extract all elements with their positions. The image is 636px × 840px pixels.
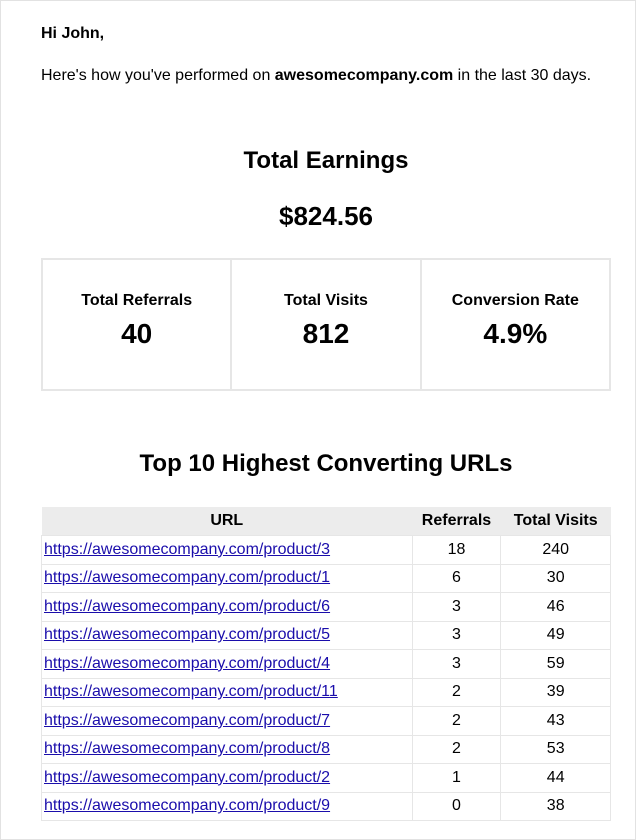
product-link[interactable]: https://awesomecompany.com/product/6 (44, 598, 330, 615)
table-row: https://awesomecompany.com/product/7 2 4… (41, 706, 611, 736)
visits-cell: 53 (500, 734, 611, 764)
referrals-cell: 2 (411, 706, 502, 736)
referrals-cell: 0 (411, 791, 502, 821)
url-cell: https://awesomecompany.com/product/11 (41, 677, 413, 707)
table-header-row: URL Referrals Total Visits (41, 507, 611, 536)
referrals-cell: 2 (411, 734, 502, 764)
url-cell: https://awesomecompany.com/product/4 (41, 649, 413, 679)
total-earnings-value: $824.56 (279, 201, 373, 231)
table-row: https://awesomecompany.com/product/5 3 4… (41, 620, 611, 650)
greeting-text: Hi John, (41, 25, 105, 42)
email-container: Hi John, Here's how you've performed on … (0, 0, 636, 840)
table-row: https://awesomecompany.com/product/1 6 3… (41, 563, 611, 593)
url-cell: https://awesomecompany.com/product/5 (41, 620, 413, 650)
visits-cell: 49 (500, 620, 611, 650)
column-header-referrals: Referrals (412, 507, 501, 536)
table-row: https://awesomecompany.com/product/2 1 4… (41, 763, 611, 793)
visits-cell: 240 (500, 535, 611, 565)
table-row: https://awesomecompany.com/product/9 0 3… (41, 791, 611, 821)
intro-domain: awesomecompany.com (274, 67, 454, 84)
referrals-cell: 3 (411, 620, 502, 650)
referrals-cell: 1 (411, 763, 502, 793)
stat-value: 4.9% (483, 318, 548, 349)
url-cell: https://awesomecompany.com/product/2 (41, 763, 413, 793)
product-link[interactable]: https://awesomecompany.com/product/7 (44, 712, 330, 729)
visits-cell: 59 (500, 649, 611, 679)
visits-cell: 30 (500, 563, 611, 593)
top-urls-title: Top 10 Highest Converting URLs (139, 450, 513, 477)
stat-value: 812 (302, 318, 350, 349)
stat-value: 40 (121, 318, 153, 349)
stat-label: Total Visits (284, 292, 368, 309)
total-earnings-title: Total Earnings (243, 147, 409, 174)
stat-total-referrals: Total Referrals 40 (43, 260, 233, 389)
referrals-cell: 2 (411, 677, 502, 707)
url-cell: https://awesomecompany.com/product/1 (41, 563, 413, 593)
referrals-cell: 6 (411, 563, 502, 593)
stat-label: Conversion Rate (451, 292, 579, 309)
referrals-cell: 18 (411, 535, 502, 565)
product-link[interactable]: https://awesomecompany.com/product/3 (44, 541, 330, 558)
column-header-total-visits: Total Visits (500, 507, 611, 536)
table-row: https://awesomecompany.com/product/11 2 … (41, 677, 611, 707)
product-link[interactable]: https://awesomecompany.com/product/5 (44, 626, 330, 643)
url-cell: https://awesomecompany.com/product/6 (41, 592, 413, 622)
stats-panel: Total Referrals 40 Total Visits 812 Conv… (41, 258, 611, 391)
visits-cell: 39 (500, 677, 611, 707)
stat-label: Total Referrals (81, 292, 193, 309)
product-link[interactable]: https://awesomecompany.com/product/1 (44, 569, 330, 586)
url-cell: https://awesomecompany.com/product/3 (41, 535, 413, 565)
stat-conversion-rate: Conversion Rate 4.9% (422, 260, 609, 389)
table-row: https://awesomecompany.com/product/6 3 4… (41, 592, 611, 622)
stat-total-visits: Total Visits 812 (232, 260, 422, 389)
product-link[interactable]: https://awesomecompany.com/product/9 (44, 797, 330, 814)
product-link[interactable]: https://awesomecompany.com/product/8 (44, 740, 330, 757)
referrals-cell: 3 (411, 649, 502, 679)
referrals-cell: 3 (411, 592, 502, 622)
url-cell: https://awesomecompany.com/product/7 (41, 706, 413, 736)
table-row: https://awesomecompany.com/product/8 2 5… (41, 734, 611, 764)
product-link[interactable]: https://awesomecompany.com/product/11 (44, 683, 338, 700)
top-urls-table: URL Referrals Total Visits https://aweso… (41, 507, 611, 821)
intro-prefix: Here's how you've performed on (41, 67, 275, 84)
url-cell: https://awesomecompany.com/product/8 (41, 734, 413, 764)
visits-cell: 46 (500, 592, 611, 622)
column-header-url: URL (41, 507, 413, 536)
url-cell: https://awesomecompany.com/product/9 (41, 791, 413, 821)
table-row: https://awesomecompany.com/product/4 3 5… (41, 649, 611, 679)
table-row: https://awesomecompany.com/product/3 18 … (41, 535, 611, 565)
product-link[interactable]: https://awesomecompany.com/product/2 (44, 769, 330, 786)
product-link[interactable]: https://awesomecompany.com/product/4 (44, 655, 330, 672)
visits-cell: 43 (500, 706, 611, 736)
visits-cell: 38 (500, 791, 611, 821)
visits-cell: 44 (500, 763, 611, 793)
intro-suffix: in the last 30 days. (453, 67, 592, 84)
intro-paragraph: Here's how you've performed on awesomeco… (41, 63, 601, 88)
